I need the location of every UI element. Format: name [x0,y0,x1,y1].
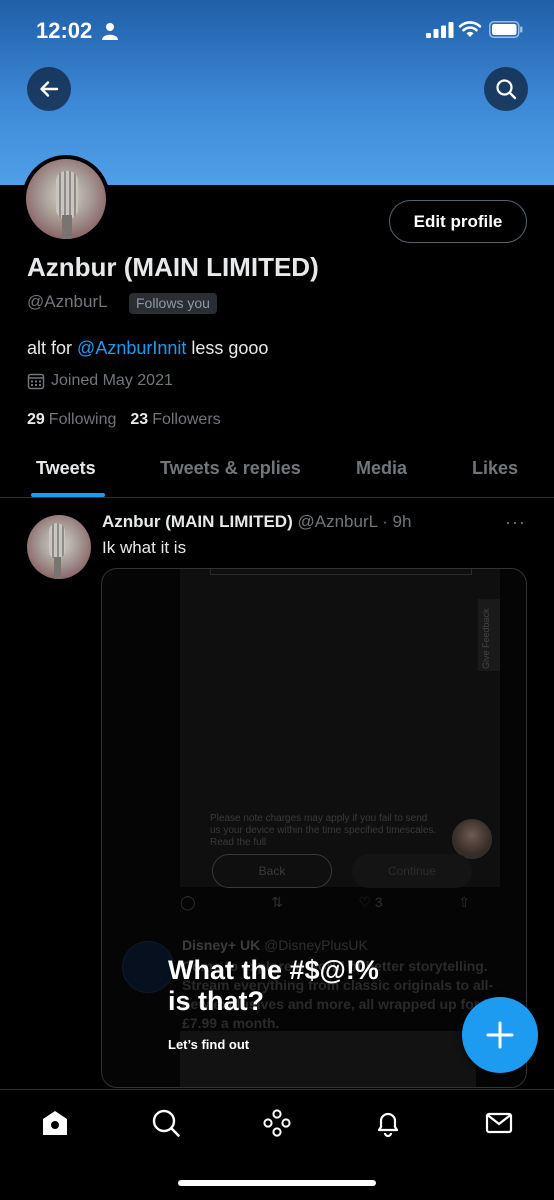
media-like-group: ♡ 3 [358,894,383,910]
media-inner-author: Disney+ UK [182,937,261,953]
followers-label: Followers [152,411,221,428]
media-note: Please note charges may apply if you fai… [210,813,437,848]
ad-headline-line-1: What the #$@!% [168,955,379,985]
active-tab-indicator [31,493,105,497]
media-retweet-icon: ⇅ [271,894,283,910]
bio-suffix: less gooo [191,338,269,358]
plus-icon [486,1021,514,1049]
bell-icon[interactable] [373,1108,403,1138]
avatar-microphone-stand [62,215,72,239]
following-count: 29 [27,411,45,428]
media-inner-avatar [122,941,174,993]
media-feedback-label: Give Feedback [481,608,491,669]
search-icon [496,79,517,100]
search-icon[interactable] [151,1108,181,1138]
spaces-icon[interactable] [262,1108,292,1138]
avatar-microphone [56,171,78,219]
home-indicator[interactable] [178,1180,376,1186]
tab-tweets[interactable]: Tweets [36,458,96,479]
followers-count: 23 [130,411,149,428]
media-continue-button: Continue [352,854,472,888]
profile-tabs: Tweets Tweets & replies Media Likes [0,444,554,498]
calendar-icon [27,373,45,390]
bio-prefix: alt for [27,338,73,358]
media-screenshot: Give Feedback Please note charges may ap… [180,569,500,888]
media-inner-actions: ◯ ⇅ ♡ 3 ⇧ [180,894,470,911]
follows-you-badge: Follows you [129,293,217,314]
joined-text: Joined May 2021 [51,372,173,389]
following-link[interactable]: 29 Following [27,411,116,429]
tweet-media[interactable]: Give Feedback Please note charges may ap… [101,568,527,1088]
signal-icon [426,22,454,38]
search-button[interactable] [484,67,528,111]
tweet-header: Aznbur (MAIN LIMITED) @AznburL · 9h [102,512,411,532]
profile-avatar[interactable] [22,155,110,243]
profile-display-name: Aznbur (MAIN LIMITED) [27,252,319,282]
media-feedback-tab: Give Feedback [478,599,500,671]
ad-subtext: Let’s find out [168,1037,250,1052]
followers-link[interactable]: 23 Followers [130,411,220,429]
edit-profile-button[interactable]: Edit profile [389,200,527,243]
bio-mention-link[interactable]: @AznburInnit [77,338,186,358]
wifi-icon [458,21,482,37]
following-label: Following [48,411,117,428]
media-input-field [210,569,472,575]
tab-media[interactable]: Media [356,458,407,479]
avatar-microphone-stand [54,557,61,579]
joined-date: Joined May 2021 [27,372,173,390]
person-icon [102,23,118,40]
tweet-avatar[interactable] [27,515,91,579]
media-share-icon: ⇧ [458,894,470,910]
back-button[interactable] [27,67,71,111]
media-reply-icon: ◯ [180,894,196,910]
battery-icon [489,21,523,38]
media-inner-header: Disney+ UK @DisneyPlusUK [182,937,368,953]
home-icon[interactable] [40,1108,70,1138]
tab-likes[interactable]: Likes [472,458,518,479]
tweet-more-icon[interactable]: ··· [505,512,526,533]
compose-tweet-button[interactable] [462,997,538,1073]
profile-bio: alt for @AznburInnit less gooo [27,338,268,359]
tweet-author-meta: @AznburL · 9h [297,512,412,531]
tab-tweets-replies[interactable]: Tweets & replies [160,458,301,479]
tweet-text: Ik what it is [102,538,187,557]
status-bar: 12:02 [0,0,554,60]
ad-headline: What the #$@!% is that? [168,955,379,1017]
tweet-author-name[interactable]: Aznbur (MAIN LIMITED) [102,512,293,531]
mail-icon[interactable] [484,1108,514,1138]
media-inner-handle: @DisneyPlusUK [264,937,368,953]
ad-headline-line-2: is that? [168,986,265,1016]
follow-stats: 29 Following 23 Followers [27,411,221,429]
profile-handle: @AznburL [27,292,108,311]
status-time: 12:02 [36,18,93,43]
media-small-avatar [452,819,492,859]
media-back-button: Back [212,854,332,888]
avatar-microphone [49,523,65,559]
arrow-left-icon [40,81,59,97]
media-like-count: 3 [374,894,383,910]
